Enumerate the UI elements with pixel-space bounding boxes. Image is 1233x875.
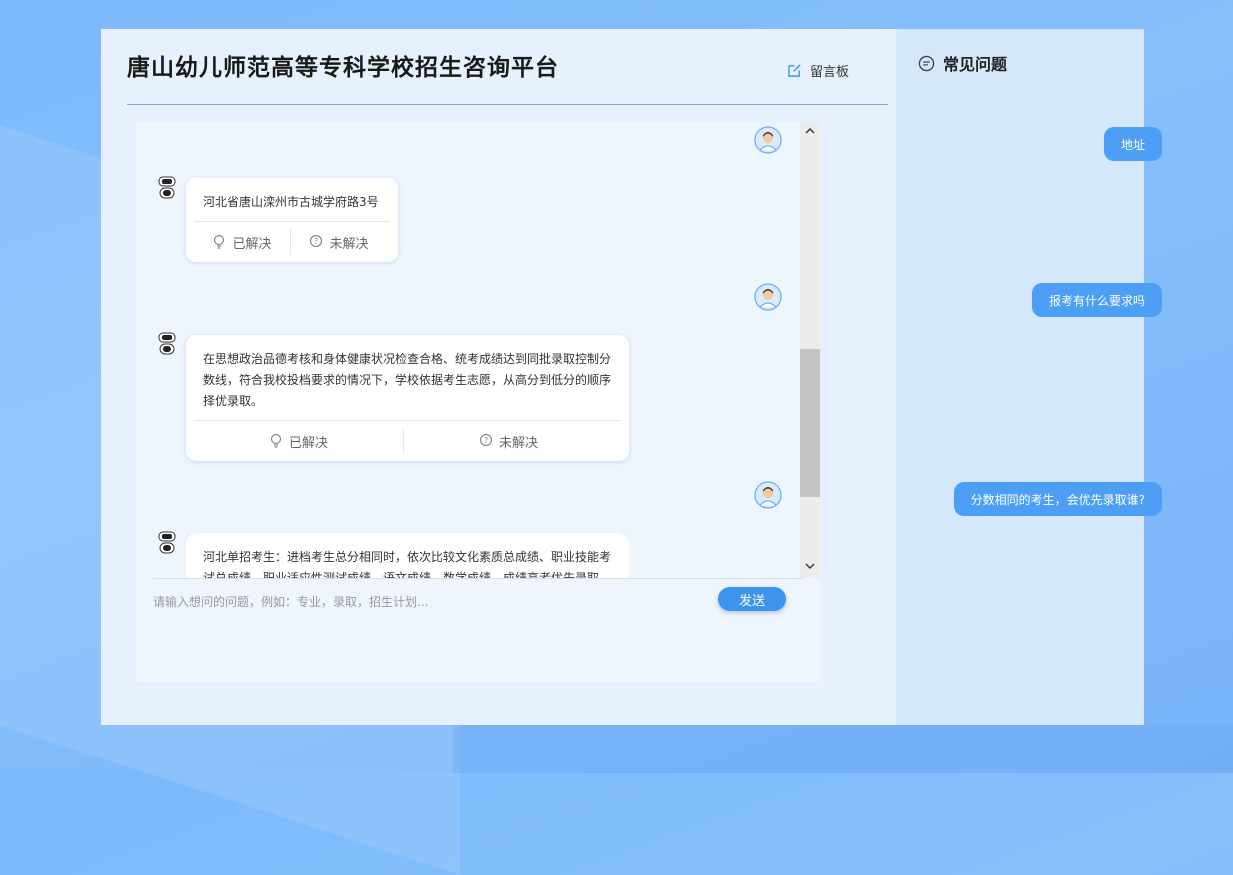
- faq-header: 常见问题: [918, 51, 1007, 75]
- unsolved-label: 未解决: [498, 435, 538, 451]
- solved-button[interactable]: 已解决: [194, 229, 290, 255]
- question-icon: ?: [479, 433, 493, 447]
- bot-message: 河北单招考生：进档考生总分相同时，依次比较文化素质总成绩、职业技能考试总成绩、职…: [186, 533, 629, 578]
- user-avatar-icon: [754, 481, 782, 509]
- scrollbar-thumb[interactable]: [800, 349, 820, 497]
- user-avatar-icon: [754, 283, 782, 311]
- bot-message-text: 河北单招考生：进档考生总分相同时，依次比较文化素质总成绩、职业技能考试总成绩、职…: [203, 550, 612, 578]
- user-message: 地址: [1103, 127, 1162, 161]
- bot-message: 河北省唐山滦州市古城学府路3号 已解决 ? 未解决: [186, 178, 398, 262]
- edit-icon: [788, 64, 801, 77]
- robot-icon: [155, 328, 179, 356]
- svg-text:?: ?: [484, 436, 488, 445]
- bot-message: 在思想政治品德考核和身体健康状况检查合格、统考成绩达到同批录取控制分数线，符合我…: [186, 335, 629, 461]
- chat-bubble-icon: [918, 55, 935, 71]
- input-divider: [153, 578, 803, 579]
- lightbulb-icon: [270, 433, 282, 448]
- send-button[interactable]: 发送: [718, 587, 786, 611]
- svg-text:?: ?: [314, 237, 318, 246]
- faq-title: 常见问题: [943, 55, 1008, 74]
- solved-label: 已解决: [288, 435, 328, 451]
- chevron-down-icon[interactable]: [803, 559, 817, 576]
- question-input[interactable]: [153, 590, 693, 614]
- bot-message-clip: 河北单招考生：进档考生总分相同时，依次比较文化素质总成绩、职业技能考试总成绩、职…: [186, 533, 629, 578]
- message-board-label: 留言板: [810, 65, 850, 80]
- feedback-actions: 已解决 ? 未解决: [194, 221, 390, 262]
- unsolved-button[interactable]: ? 未解决: [290, 229, 387, 255]
- lightbulb-icon: [214, 234, 225, 249]
- question-icon: ?: [310, 234, 323, 248]
- user-message: 分数相同的考生，会优先录取谁?: [953, 482, 1162, 516]
- solved-label: 已解决: [232, 236, 272, 252]
- user-avatar-icon: [754, 126, 782, 154]
- user-message: 报考有什么要求吗: [1031, 283, 1162, 317]
- page-title: 唐山幼儿师范高等专科学校招生咨询平台: [127, 55, 559, 81]
- header-divider: [127, 104, 888, 105]
- unsolved-label: 未解决: [329, 236, 369, 252]
- bot-message-text: 河北省唐山滦州市古城学府路3号: [203, 195, 379, 209]
- robot-icon: [155, 172, 179, 200]
- robot-icon: [155, 527, 179, 555]
- chevron-up-icon[interactable]: [803, 124, 817, 141]
- feedback-actions: 已解决 ? 未解决: [194, 420, 621, 461]
- message-board-link[interactable]: 留言板: [787, 61, 849, 80]
- bot-message-text: 在思想政治品德考核和身体健康状况检查合格、统考成绩达到同批录取控制分数线，符合我…: [203, 352, 612, 408]
- solved-button[interactable]: 已解决: [194, 428, 403, 454]
- unsolved-button[interactable]: ? 未解决: [403, 428, 613, 454]
